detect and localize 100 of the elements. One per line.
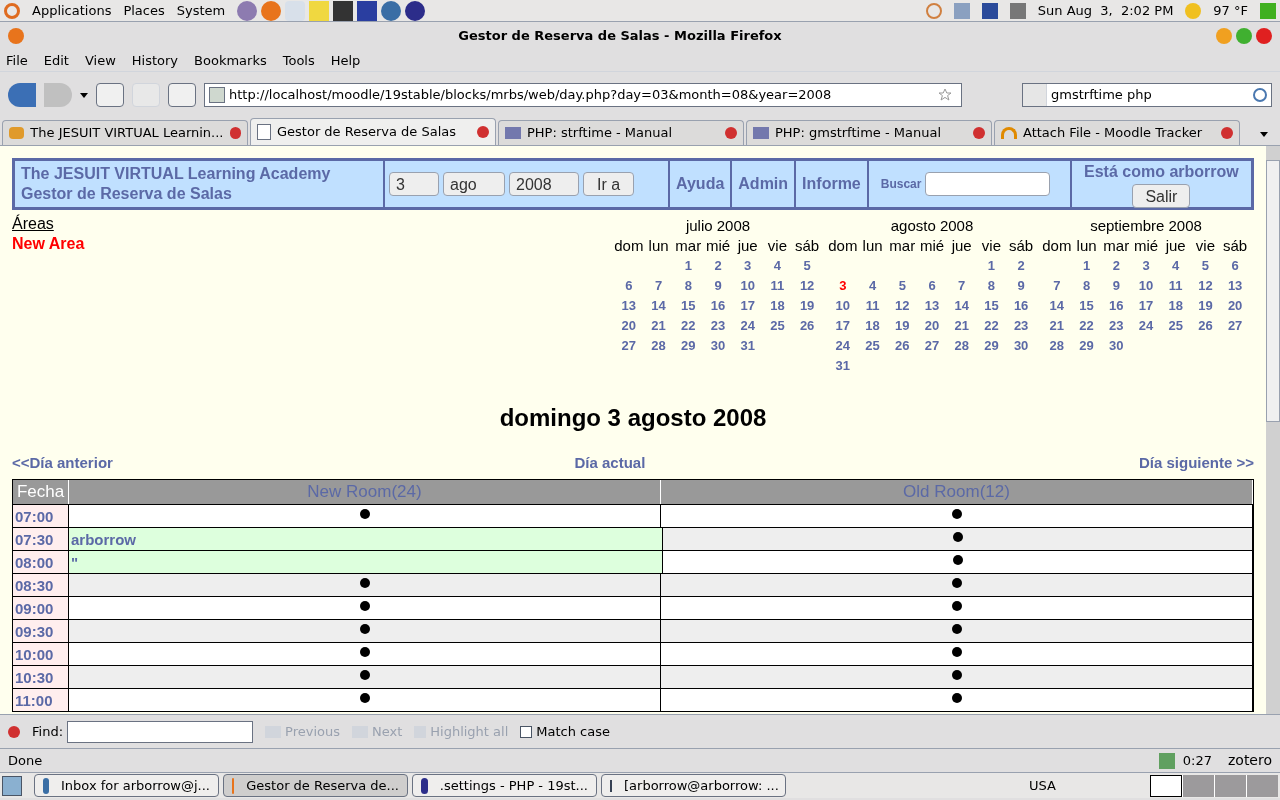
calendar-day[interactable]: 28 [643, 336, 674, 356]
calendar-day[interactable]: 11 [1160, 276, 1191, 296]
calendar-day[interactable]: 3 [732, 256, 763, 276]
add-icon[interactable] [952, 554, 963, 565]
calendar-day[interactable]: 31 [732, 336, 763, 356]
calendar-day[interactable]: 7 [946, 276, 977, 296]
calendar-day[interactable]: 30 [703, 336, 733, 356]
calendar-day[interactable]: 15 [976, 296, 1007, 316]
calendar-day[interactable]: 29 [673, 336, 704, 356]
calendar-day[interactable]: 3 [1131, 256, 1161, 276]
weather-temperature[interactable]: 97 °F [1213, 0, 1248, 21]
browser-tab[interactable]: PHP: strftime - Manual [498, 120, 744, 145]
next-day-link[interactable]: Día siguiente >> [1138, 452, 1254, 475]
menu-item[interactable]: File [6, 50, 28, 71]
day-select[interactable]: 3 [389, 172, 439, 196]
calendar-day[interactable]: 7 [643, 276, 674, 296]
calendar-day[interactable]: 19 [792, 296, 822, 316]
calendar-day[interactable]: 5 [792, 256, 822, 276]
browser-tab[interactable]: The JESUIT VIRTUAL Learnin... [2, 120, 248, 145]
calendar-day[interactable]: 10 [732, 276, 763, 296]
menu-item[interactable]: Bookmarks [194, 50, 267, 71]
panel-menu[interactable]: Places [123, 0, 165, 21]
home-button[interactable] [168, 83, 196, 107]
calendar-day[interactable]: 16 [1101, 296, 1132, 316]
calendar-day[interactable]: 17 [1131, 296, 1161, 316]
add-icon[interactable] [951, 692, 962, 703]
calendar-day[interactable]: 20 [614, 316, 644, 336]
month-select[interactable]: ago [443, 172, 505, 196]
calendar-day[interactable]: 13 [1220, 276, 1250, 296]
browser-tab[interactable]: Gestor de Reserva de Salas [250, 118, 496, 145]
panel-menu[interactable]: System [176, 0, 226, 21]
calendar-day[interactable]: 18 [857, 316, 888, 336]
calendar-day[interactable]: 14 [1042, 296, 1072, 316]
calendar-day[interactable]: 4 [857, 276, 888, 296]
calendar-day[interactable]: 2 [703, 256, 733, 276]
calendar-day[interactable]: 10 [1131, 276, 1161, 296]
year-select[interactable]: 2008 [509, 172, 579, 196]
calendar-day[interactable]: 18 [762, 296, 793, 316]
caret-icon[interactable] [1260, 132, 1268, 137]
search-field[interactable]: gmstrftime php [1022, 83, 1272, 107]
calendar-day[interactable]: 22 [976, 316, 1007, 336]
logout-button[interactable]: Salir [1132, 184, 1191, 208]
calendar-day[interactable]: 9 [1006, 276, 1036, 296]
calendar-day[interactable]: 28 [946, 336, 977, 356]
calendar-day[interactable]: 6 [1220, 256, 1250, 276]
calendar-day[interactable]: 4 [762, 256, 793, 276]
add-icon[interactable] [951, 669, 962, 680]
add-icon[interactable] [951, 577, 962, 588]
calendar-day[interactable]: 8 [976, 276, 1007, 296]
calendar-day[interactable]: 9 [1101, 276, 1132, 296]
add-icon[interactable] [359, 623, 370, 634]
time-cell[interactable]: 07:30 [13, 527, 69, 550]
match-case-label[interactable]: Match case [536, 721, 610, 742]
calendar-day[interactable]: 6 [614, 276, 644, 296]
browser-tab[interactable]: PHP: gmstrftime - Manual [746, 120, 992, 145]
calendar-day[interactable]: 15 [1071, 296, 1102, 316]
add-icon[interactable] [359, 669, 370, 680]
booking-cell[interactable]: " [69, 550, 663, 573]
caret-icon[interactable] [80, 92, 88, 98]
search-icon[interactable] [1253, 88, 1267, 102]
calendar-day[interactable]: 11 [857, 296, 888, 316]
calendar-day[interactable]: 27 [614, 336, 644, 356]
calendar-day[interactable]: 25 [1160, 316, 1191, 336]
star-icon[interactable] [938, 88, 952, 102]
calendar-day[interactable]: 7 [1042, 276, 1072, 296]
search-icon[interactable] [925, 2, 942, 19]
add-icon[interactable] [951, 646, 962, 657]
header-link[interactable]: Informe [802, 172, 861, 196]
calendar-day[interactable]: 20 [1220, 296, 1250, 316]
calendar-day[interactable]: 18 [1160, 296, 1191, 316]
add-icon[interactable] [359, 692, 370, 703]
calendar-day[interactable]: 8 [1071, 276, 1102, 296]
calendar-day[interactable]: 31 [828, 356, 858, 376]
calendar-day[interactable]: 14 [946, 296, 977, 316]
add-icon[interactable] [951, 508, 962, 519]
add-icon[interactable] [951, 623, 962, 634]
show-desktop-icon[interactable] [2, 775, 22, 796]
reload-button[interactable] [96, 83, 124, 107]
header-link[interactable]: Admin [738, 172, 789, 196]
menu-item[interactable]: Help [330, 50, 361, 71]
calendar-day[interactable]: 2 [1006, 256, 1036, 276]
time-cell[interactable]: 11:00 [13, 688, 69, 711]
area-link[interactable]: New Area [12, 234, 85, 254]
taskbar-button[interactable]: .settings - PHP - 19st... [412, 774, 597, 797]
taskbar-button[interactable]: Inbox for arborrow@j... [34, 774, 219, 797]
go-button[interactable]: Ir a [583, 172, 634, 196]
time-cell[interactable]: 10:30 [13, 665, 69, 688]
calendar-day[interactable]: 12 [1190, 276, 1221, 296]
calendar-day[interactable]: 3 [828, 276, 858, 296]
url-field[interactable]: http://localhost/moodle/19stable/blocks/mrbs/web/day.php?day=03&month=08&year=2008 [204, 83, 962, 107]
previous-day-link[interactable]: <<Día anterior [12, 452, 113, 475]
calendar-day[interactable]: 24 [828, 336, 858, 356]
add-icon[interactable] [359, 646, 370, 657]
add-icon[interactable] [359, 508, 370, 519]
calendar-day[interactable]: 2 [1101, 256, 1132, 276]
calendar-day[interactable]: 30 [1101, 336, 1132, 356]
calendar-day[interactable]: 4 [1160, 256, 1191, 276]
workspace-switcher[interactable] [1150, 774, 1182, 797]
menu-item[interactable]: Edit [43, 50, 69, 71]
find-field[interactable] [67, 720, 253, 743]
